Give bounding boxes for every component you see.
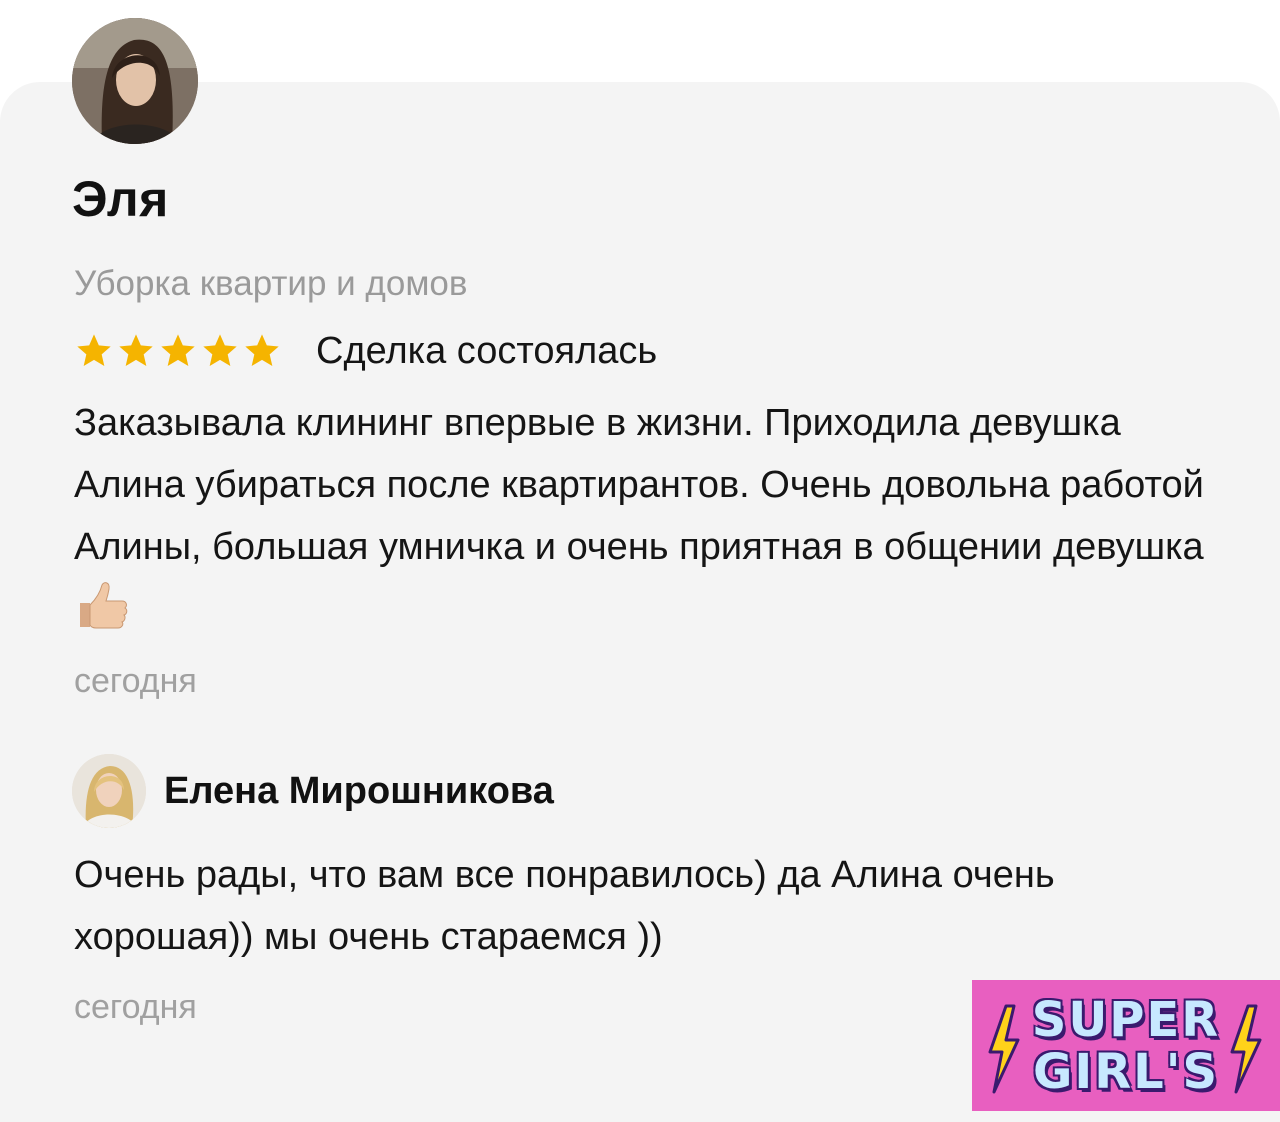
reply-text: Очень рады, что вам все понравилось) да … <box>74 854 1055 958</box>
reply-avatar[interactable] <box>72 754 146 828</box>
review-card: Эля Уборка квартир и домов Сделка состоя… <box>0 18 1280 1122</box>
star-rating <box>74 331 282 371</box>
reply-date: сегодня <box>74 988 197 1026</box>
service-category: Уборка квартир и домов <box>74 264 468 303</box>
reviewer-photo <box>72 18 198 144</box>
reply-author-photo <box>72 754 146 828</box>
review-text: Заказывала клининг впервые в жизни. Прих… <box>74 402 1204 568</box>
review-body: Заказывала клининг впервые в жизни. Прих… <box>74 392 1224 640</box>
reviewer-name[interactable]: Эля <box>72 170 169 228</box>
star-icon <box>77 334 111 366</box>
star-icon <box>203 334 237 366</box>
star-icon <box>245 334 279 366</box>
super-girls-logo: SUPER GIRL'S <box>972 980 1280 1111</box>
review-date: сегодня <box>74 662 197 700</box>
reply-author-name[interactable]: Елена Мирошникова <box>164 770 554 813</box>
thumbs-up-icon <box>80 582 128 629</box>
logo-line-2: GIRL'S <box>1032 1044 1220 1100</box>
reviewer-avatar[interactable] <box>72 18 198 144</box>
logo-line-1: SUPER <box>1031 992 1221 1048</box>
rating-row: Сделка состоялась <box>74 326 657 376</box>
star-icon <box>161 334 195 366</box>
star-icon <box>119 334 153 366</box>
deal-status: Сделка состоялась <box>316 329 658 372</box>
